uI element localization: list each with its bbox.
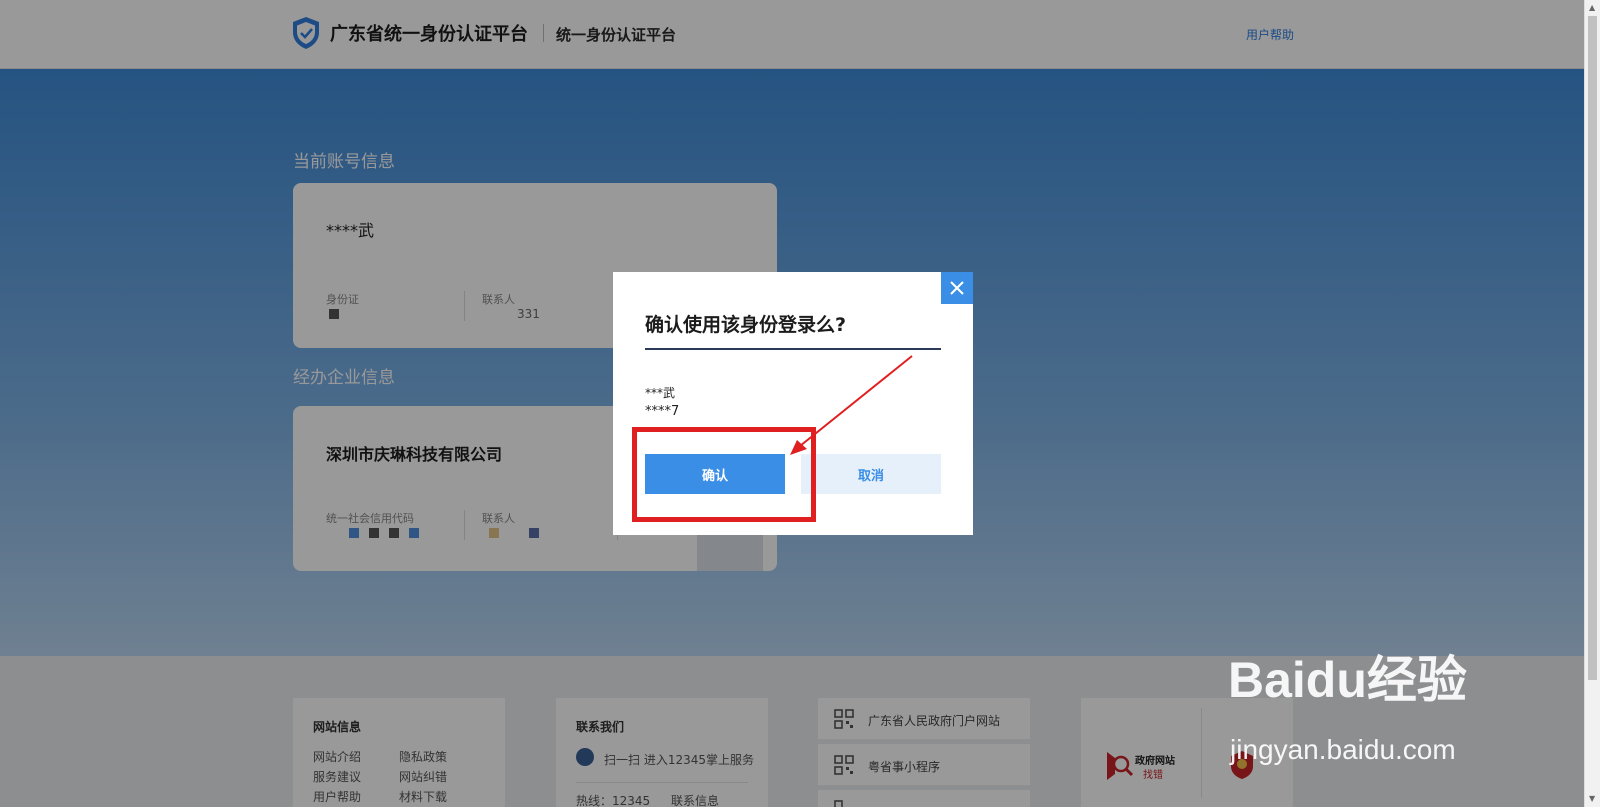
scroll-up-arrow-icon[interactable]: ▲ — [1589, 3, 1595, 12]
close-button[interactable] — [941, 272, 973, 304]
page-scrollbar[interactable]: ▲ ▼ — [1584, 0, 1600, 807]
dialog-title: 确认使用该身份登录么? — [645, 314, 847, 336]
dialog-masked-id: ****7 — [645, 404, 680, 419]
scrollbar-thumb[interactable] — [1588, 16, 1597, 680]
cancel-button[interactable]: 取消 — [801, 454, 941, 494]
watermark-url-text: jingyan.baidu.com — [1230, 734, 1456, 765]
highlight-box — [632, 427, 816, 522]
close-icon — [950, 281, 964, 295]
dialog-masked-name: ***武 — [645, 386, 676, 400]
watermark-main-text: Baidu经验 — [1228, 652, 1467, 708]
dialog-title-underline — [645, 348, 941, 350]
scroll-down-arrow-icon[interactable]: ▼ — [1589, 794, 1595, 803]
